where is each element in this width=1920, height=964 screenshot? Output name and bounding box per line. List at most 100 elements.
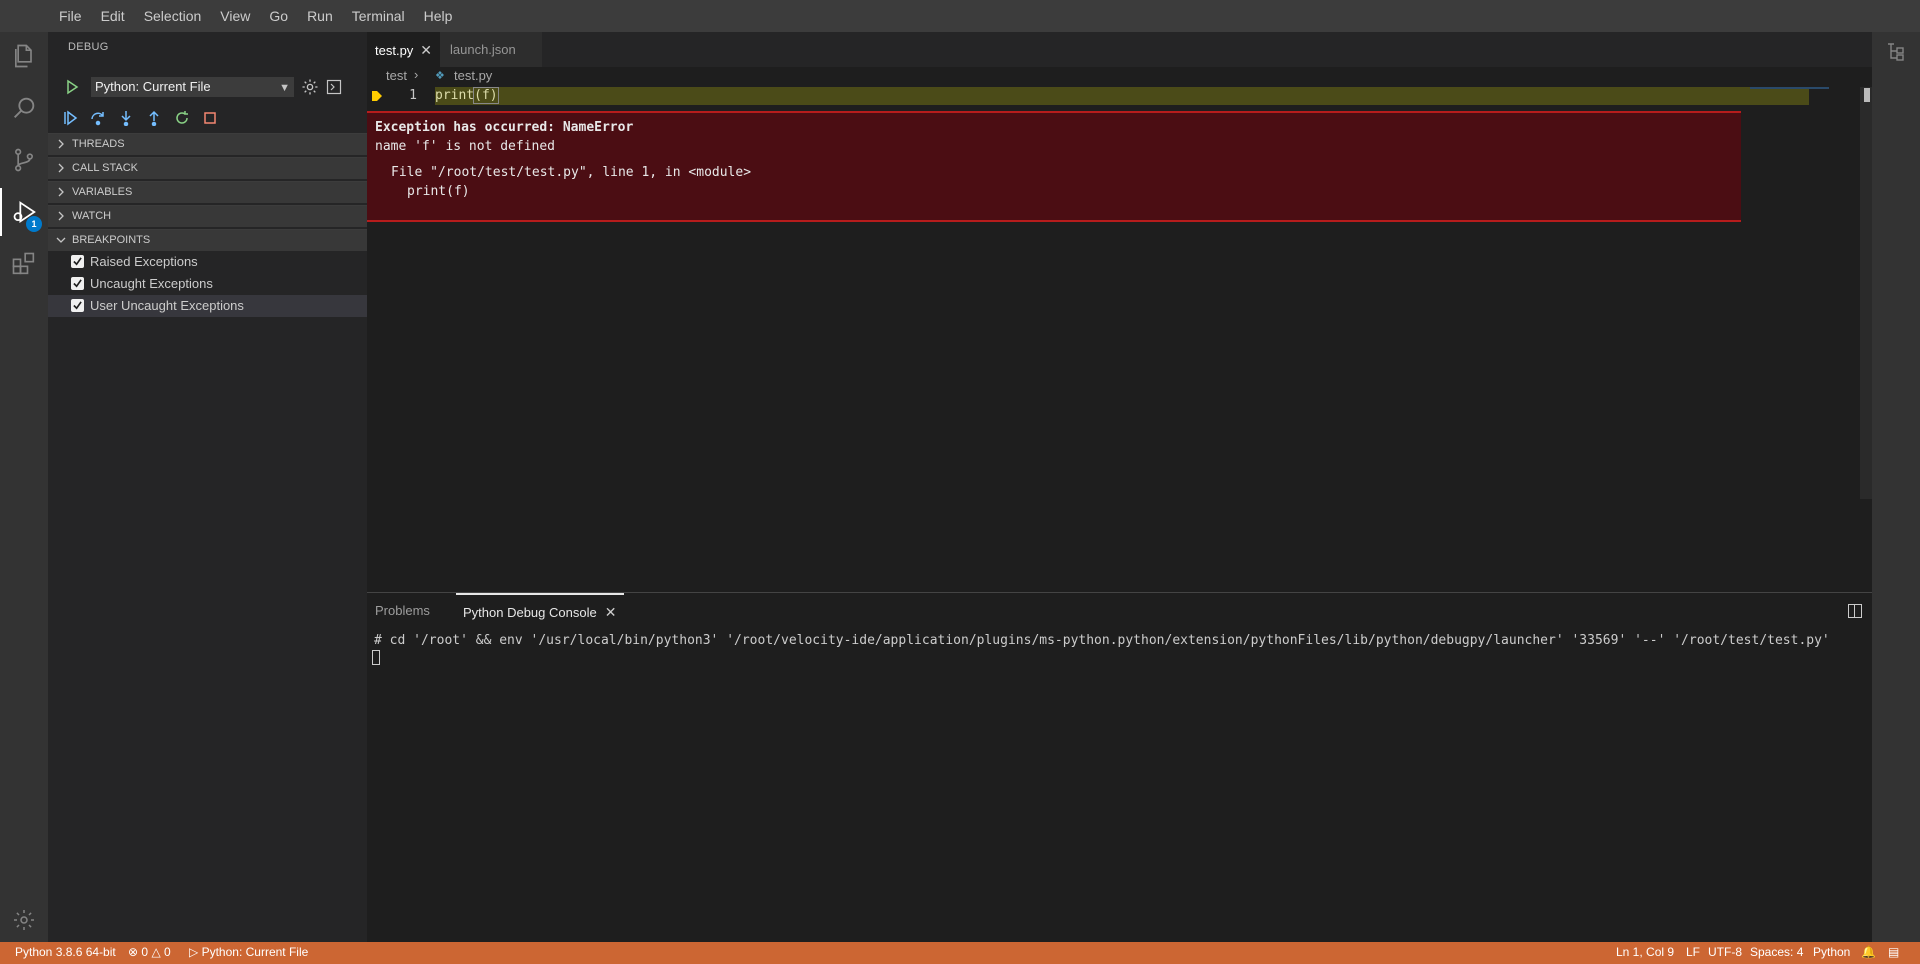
language-mode[interactable]: Python xyxy=(1813,945,1850,959)
current-line-highlight xyxy=(435,87,1809,105)
line-number: 1 xyxy=(409,88,417,103)
stop-icon[interactable] xyxy=(200,108,220,128)
debug-toolbar xyxy=(48,106,367,130)
section-threads[interactable]: THREADS xyxy=(48,133,367,155)
close-icon[interactable]: ✕ xyxy=(420,33,432,68)
python-interpreter[interactable]: Python 3.8.6 64-bit xyxy=(15,945,116,959)
section-call-stack[interactable]: CALL STACK xyxy=(48,157,367,179)
editor-tabs: test.py ✕ launch.json xyxy=(367,32,1920,67)
tab-launch-json[interactable]: launch.json xyxy=(440,32,542,67)
secondary-bar xyxy=(1872,32,1920,942)
sidebar-title: DEBUG xyxy=(68,41,109,53)
exception-title: Exception has occurred: NameError xyxy=(375,120,634,135)
code-token: print xyxy=(435,88,475,103)
debug-sidebar: DEBUG Python: Current File ▼ THREADS CAL… xyxy=(48,32,367,942)
menu-file[interactable]: File xyxy=(50,0,92,32)
broadcast-icon[interactable]: ▤ xyxy=(1888,945,1899,959)
file-encoding[interactable]: UTF-8 xyxy=(1708,945,1742,959)
tab-problems[interactable]: Problems xyxy=(375,593,430,628)
bell-icon[interactable]: 🔔 xyxy=(1861,945,1876,959)
bottom-panel: Problems Python Debug Console ✕ # cd '/ro… xyxy=(367,592,1872,942)
run-debug-icon[interactable]: 1 xyxy=(0,188,48,236)
step-over-icon[interactable] xyxy=(88,108,108,128)
outline-icon[interactable] xyxy=(1884,40,1908,64)
menu-go[interactable]: Go xyxy=(260,0,298,32)
section-label: CALL STACK xyxy=(72,162,139,174)
section-label: THREADS xyxy=(72,138,125,150)
search-icon[interactable] xyxy=(0,84,48,132)
breakpoint-item[interactable]: Raised Exceptions xyxy=(48,251,367,273)
continue-icon[interactable] xyxy=(60,108,80,128)
menu-selection[interactable]: Selection xyxy=(135,0,212,32)
cursor-position[interactable]: Ln 1, Col 9 xyxy=(1616,945,1674,959)
breakpoint-item[interactable]: User Uncaught Exceptions xyxy=(48,295,367,317)
section-watch[interactable]: WATCH xyxy=(48,205,367,227)
exception-message: name 'f' is not defined xyxy=(375,139,556,154)
debug-config-value: Python: Current File xyxy=(95,79,211,94)
split-panel-icon[interactable] xyxy=(1848,604,1862,618)
chevron-right-icon xyxy=(58,139,64,149)
console-output: # cd '/root' && env '/usr/local/bin/pyth… xyxy=(374,633,1830,648)
restart-icon[interactable] xyxy=(172,108,192,128)
chevron-down-icon: ▼ xyxy=(279,82,290,94)
debug-console-toggle-icon[interactable] xyxy=(326,79,342,95)
section-label: BREAKPOINTS xyxy=(72,234,151,246)
problems-summary[interactable]: ⊗ 0 △ 0 xyxy=(128,945,171,959)
section-label: WATCH xyxy=(72,210,112,222)
debug-config-label: Python: Current File xyxy=(201,945,309,959)
section-variables[interactable]: VARIABLES xyxy=(48,181,367,203)
open-launch-json-gear-icon[interactable] xyxy=(301,78,319,96)
indentation[interactable]: Spaces: 4 xyxy=(1750,945,1803,959)
tab-debug-console[interactable]: Python Debug Console ✕ xyxy=(456,593,625,628)
minimap xyxy=(1750,87,1829,89)
debug-icon: ▷ xyxy=(189,945,199,959)
breakpoint-checkbox[interactable] xyxy=(71,299,84,312)
menu-terminal[interactable]: Terminal xyxy=(343,0,415,32)
tab-label: Python Debug Console xyxy=(463,605,597,620)
breadcrumb-file[interactable]: test.py xyxy=(454,68,492,83)
start-debugging-icon[interactable] xyxy=(64,79,80,95)
tab-label: launch.json xyxy=(450,42,516,57)
breadcrumb-folder[interactable]: test xyxy=(386,68,407,83)
code-token: (f) xyxy=(473,87,499,104)
menu-view[interactable]: View xyxy=(211,0,260,32)
chevron-right-icon xyxy=(58,163,64,173)
extensions-icon[interactable] xyxy=(0,240,48,288)
debug-stack-frame-icon xyxy=(372,91,382,101)
breakpoint-checkbox[interactable] xyxy=(71,277,84,290)
breakpoint-item[interactable]: Uncaught Exceptions xyxy=(48,273,367,295)
close-icon[interactable]: ✕ xyxy=(605,604,617,620)
debug-config-select[interactable]: Python: Current File ▼ xyxy=(91,77,294,97)
menu-run[interactable]: Run xyxy=(298,0,343,32)
breakpoint-checkbox[interactable] xyxy=(71,255,84,268)
step-into-icon[interactable] xyxy=(116,108,136,128)
breakpoint-label: Uncaught Exceptions xyxy=(90,276,213,291)
section-label: VARIABLES xyxy=(72,186,133,198)
error-count: 0 xyxy=(141,945,149,959)
debug-status[interactable]: ▷ Python: Current File xyxy=(189,945,308,959)
tab-test-py[interactable]: test.py ✕ xyxy=(367,32,440,67)
source-control-icon[interactable] xyxy=(0,136,48,184)
line-ending[interactable]: LF xyxy=(1686,945,1700,959)
chevron-right-icon: › xyxy=(414,67,419,82)
exception-trace-file: File "/root/test/test.py", line 1, in <m… xyxy=(391,165,752,180)
menu-edit[interactable]: Edit xyxy=(92,0,135,32)
activity-bar: 1 xyxy=(0,32,48,942)
breakpoint-label: User Uncaught Exceptions xyxy=(90,298,244,313)
breadcrumb: test › ❖ test.py xyxy=(367,67,1767,87)
section-breakpoints[interactable]: BREAKPOINTS xyxy=(48,229,367,251)
explorer-icon[interactable] xyxy=(0,32,48,80)
exception-widget: Exception has occurred: NameError name '… xyxy=(367,111,1741,222)
chevron-right-icon xyxy=(58,187,64,197)
scrollbar-thumb[interactable] xyxy=(1864,88,1870,102)
menu-help[interactable]: Help xyxy=(415,0,463,32)
breakpoint-label: Raised Exceptions xyxy=(90,254,198,269)
warning-count: 0 xyxy=(164,945,171,959)
debug-badge: 1 xyxy=(26,216,42,232)
editor-scrollbar[interactable] xyxy=(1860,87,1872,499)
code-editor[interactable]: 1 print(f) Exception has occurred: NameE… xyxy=(367,87,1872,592)
step-out-icon[interactable] xyxy=(144,108,164,128)
chevron-down-icon xyxy=(56,237,66,243)
gear-icon[interactable] xyxy=(0,896,48,944)
debug-config-bar: Python: Current File ▼ xyxy=(48,74,367,100)
